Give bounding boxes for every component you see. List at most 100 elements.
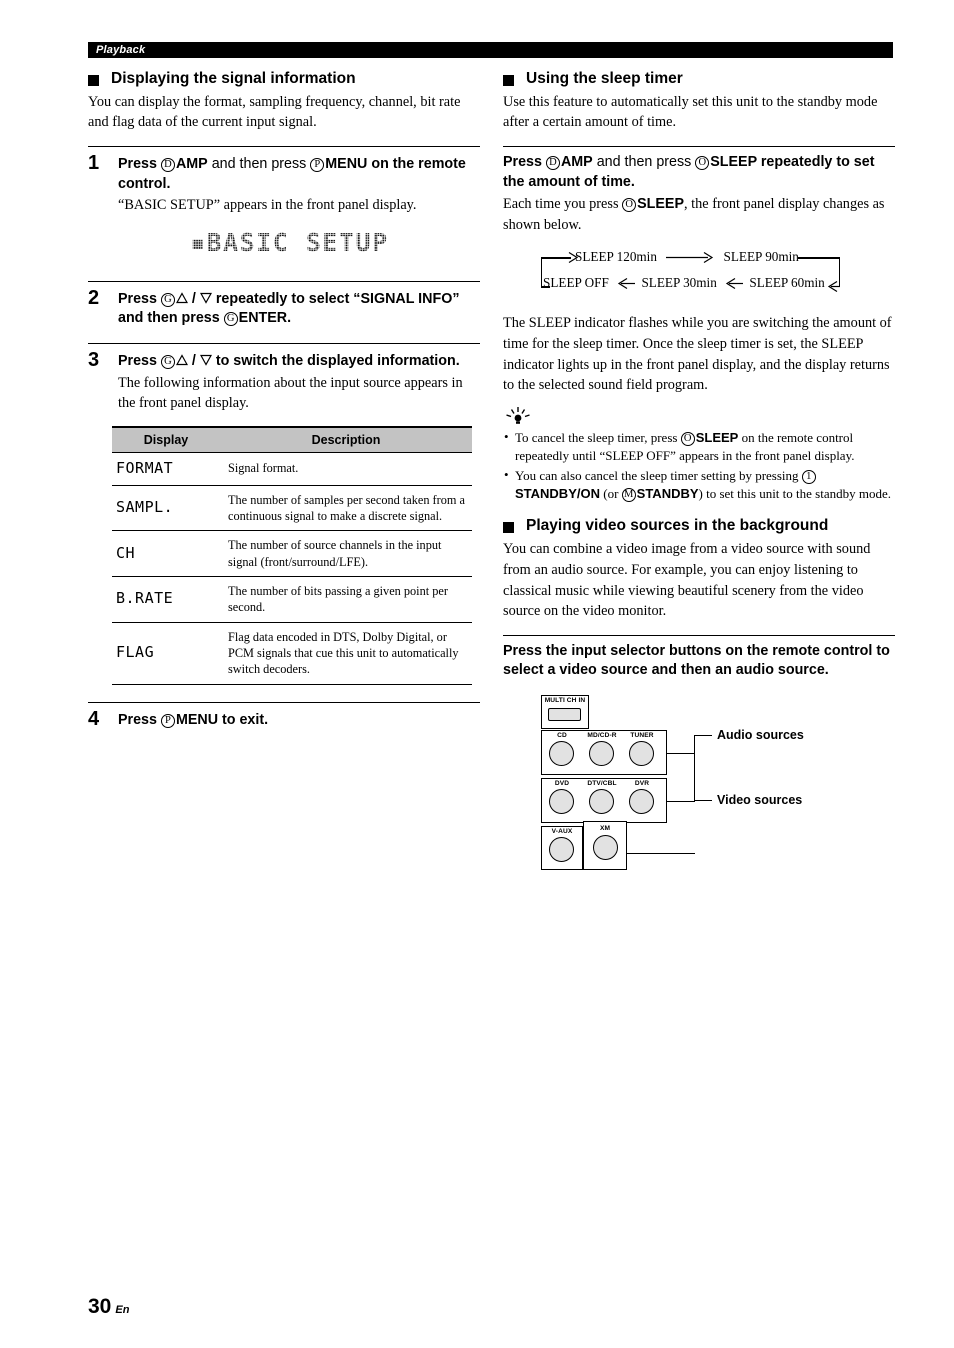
table-header-row: Display Description <box>112 425 472 453</box>
step-3-title: Press G / to switch the displayed inform… <box>118 352 480 372</box>
badge-p-icon: P <box>310 158 325 173</box>
triangle-down-icon <box>199 354 212 366</box>
md-cd-r-button[interactable] <box>589 740 614 766</box>
divider <box>88 701 480 703</box>
tip-lightbulb-icon <box>506 406 530 424</box>
column-header-display: Display <box>112 425 220 453</box>
left-column: Displaying the signal information You ca… <box>88 70 480 731</box>
dvd-label: DVD <box>554 779 570 787</box>
t: SLEEP <box>637 196 684 213</box>
sleep-intro-paragraph: Use this feature to automatically set th… <box>503 93 878 131</box>
heading-displaying-signal-information: Displaying the signal information <box>88 70 480 89</box>
dvr-button[interactable] <box>629 788 654 814</box>
t: Each time you press <box>503 196 623 213</box>
audio-leader-v2 <box>694 734 696 754</box>
t: / <box>187 352 200 369</box>
background-instruction: Press the input selector buttons on the … <box>503 642 890 679</box>
cycle-step-90min: SLEEP 90min <box>723 249 799 265</box>
remote-control-diagram: MULTI CH IN CD MD/CD-R TUNER DVD DTV/CBL… <box>541 694 881 870</box>
audio-leader-h3 <box>694 734 712 737</box>
column-header-description: Description <box>220 425 472 453</box>
t: and then press <box>592 154 696 171</box>
v-aux-button[interactable] <box>549 836 574 862</box>
video-leader-h2 <box>627 852 695 855</box>
tuner-label: TUNER <box>630 731 654 739</box>
cell-display: SAMPL. <box>112 485 220 532</box>
xm-button[interactable] <box>593 834 618 860</box>
page-number: 30 <box>88 1295 112 1318</box>
cell-description: Flag data encoded in DTS, Dolby Digital,… <box>220 622 472 685</box>
cd-button[interactable] <box>549 740 574 766</box>
sleep-timer-cycle-diagram: SLEEP 120min SLEEP 90min SLEEP OFF SLEEP… <box>523 247 873 303</box>
step-1: 1 Press D AMP and then press P MENU on the… <box>88 153 480 268</box>
t: STANDBY/ON <box>515 486 600 502</box>
multi-ch-in-button[interactable] <box>548 707 581 721</box>
t: AMP <box>175 156 208 173</box>
cell-description: The number of bits passing a given point… <box>220 576 472 623</box>
heading-text: Using the sleep timer <box>526 70 683 87</box>
badge-m-icon: M <box>621 488 636 503</box>
lcd-dotmatrix-icon: ▪BASIC SETUP <box>184 224 414 259</box>
language-code: En <box>115 1304 130 1316</box>
signal-info-table: Display Description FORMAT Signal format… <box>112 425 472 685</box>
sleep-subtext: Each time you press O SLEEP, the front pa… <box>503 194 895 235</box>
step-3-number: 3 <box>88 348 100 371</box>
t: / <box>187 290 200 307</box>
dvr-label: DVR <box>634 779 650 787</box>
cell-description: Signal format. <box>220 452 472 486</box>
divider <box>88 280 480 282</box>
t: You can also cancel the sleep timer sett… <box>515 468 802 484</box>
heading-text: Displaying the signal information <box>111 70 356 87</box>
t: to switch the displayed information. <box>211 352 460 369</box>
bullet-square-icon <box>503 522 514 534</box>
dvd-button[interactable] <box>549 788 574 814</box>
badge-p-icon: P <box>160 713 175 728</box>
badge-g-icon: G <box>160 354 175 369</box>
t: ) to set this unit to the standby mode. <box>698 486 891 502</box>
badge-d-icon: D <box>160 158 175 173</box>
t: to exit. <box>218 711 269 728</box>
dtv-cbl-label: DTV/CBL <box>587 779 617 787</box>
t: To cancel the sleep timer, press <box>515 429 681 445</box>
heading-using-sleep-timer: Using the sleep timer <box>503 70 895 89</box>
cycle-step-120min: SLEEP 120min <box>575 249 657 265</box>
background-intro-paragraph: You can combine a video image from a vid… <box>503 541 871 620</box>
cycle-line-right-top <box>798 257 840 259</box>
dtv-cbl-button[interactable] <box>589 788 614 814</box>
bullet-square-icon <box>88 75 99 86</box>
t: MENU <box>325 156 368 173</box>
table-row: FORMAT Signal format. <box>112 452 472 486</box>
cycle-step-60min: SLEEP 60min <box>749 275 825 291</box>
md-cd-r-label: MD/CD-R <box>587 731 617 739</box>
page-footer: 30 En <box>88 1295 129 1319</box>
heading-playing-video-sources: Playing video sources in the background <box>503 517 895 536</box>
tip-item-cancel-sleep-timer: To cancel the sleep timer, press OSLEEP … <box>503 428 895 465</box>
cell-display: CH <box>112 530 220 577</box>
divider <box>503 634 895 636</box>
step-1-title: Press D AMP and then press P MENU on the r… <box>118 155 480 194</box>
t: and then press <box>207 156 311 173</box>
t: Press <box>503 154 546 171</box>
sleep-indicator-paragraph: The SLEEP indicator flashes while you ar… <box>503 315 892 394</box>
badge-g-icon-2: G <box>223 312 238 327</box>
cycle-bottom-labels: SLEEP OFF SLEEP 30min SLEEP 60min <box>543 275 825 291</box>
audio-leader-h2 <box>694 799 712 802</box>
cell-description: The number of source channels in the inp… <box>220 530 472 577</box>
tip-item-standby-cancel: You can also cancel the sleep timer sett… <box>503 466 895 503</box>
cell-description: The number of samples per second taken f… <box>220 485 472 532</box>
triangle-down-icon <box>199 292 212 304</box>
t: (or <box>599 486 622 502</box>
t: SLEEP <box>695 429 739 445</box>
step-2-number: 2 <box>88 286 100 309</box>
cell-display: FLAG <box>112 622 220 685</box>
triangle-up-icon <box>175 292 188 303</box>
t: ENTER. <box>238 310 292 327</box>
tuner-button[interactable] <box>629 740 654 766</box>
t: MENU <box>175 711 219 728</box>
badge-o-icon: O <box>695 156 710 171</box>
section-label: Playback <box>96 44 146 56</box>
badge-d-icon: D <box>545 156 560 171</box>
cd-label: CD <box>557 731 567 739</box>
right-column: Using the sleep timer Use this feature t… <box>503 70 895 870</box>
step-2-title: Press G / repeatedly to select “SIGNAL I… <box>118 290 480 329</box>
